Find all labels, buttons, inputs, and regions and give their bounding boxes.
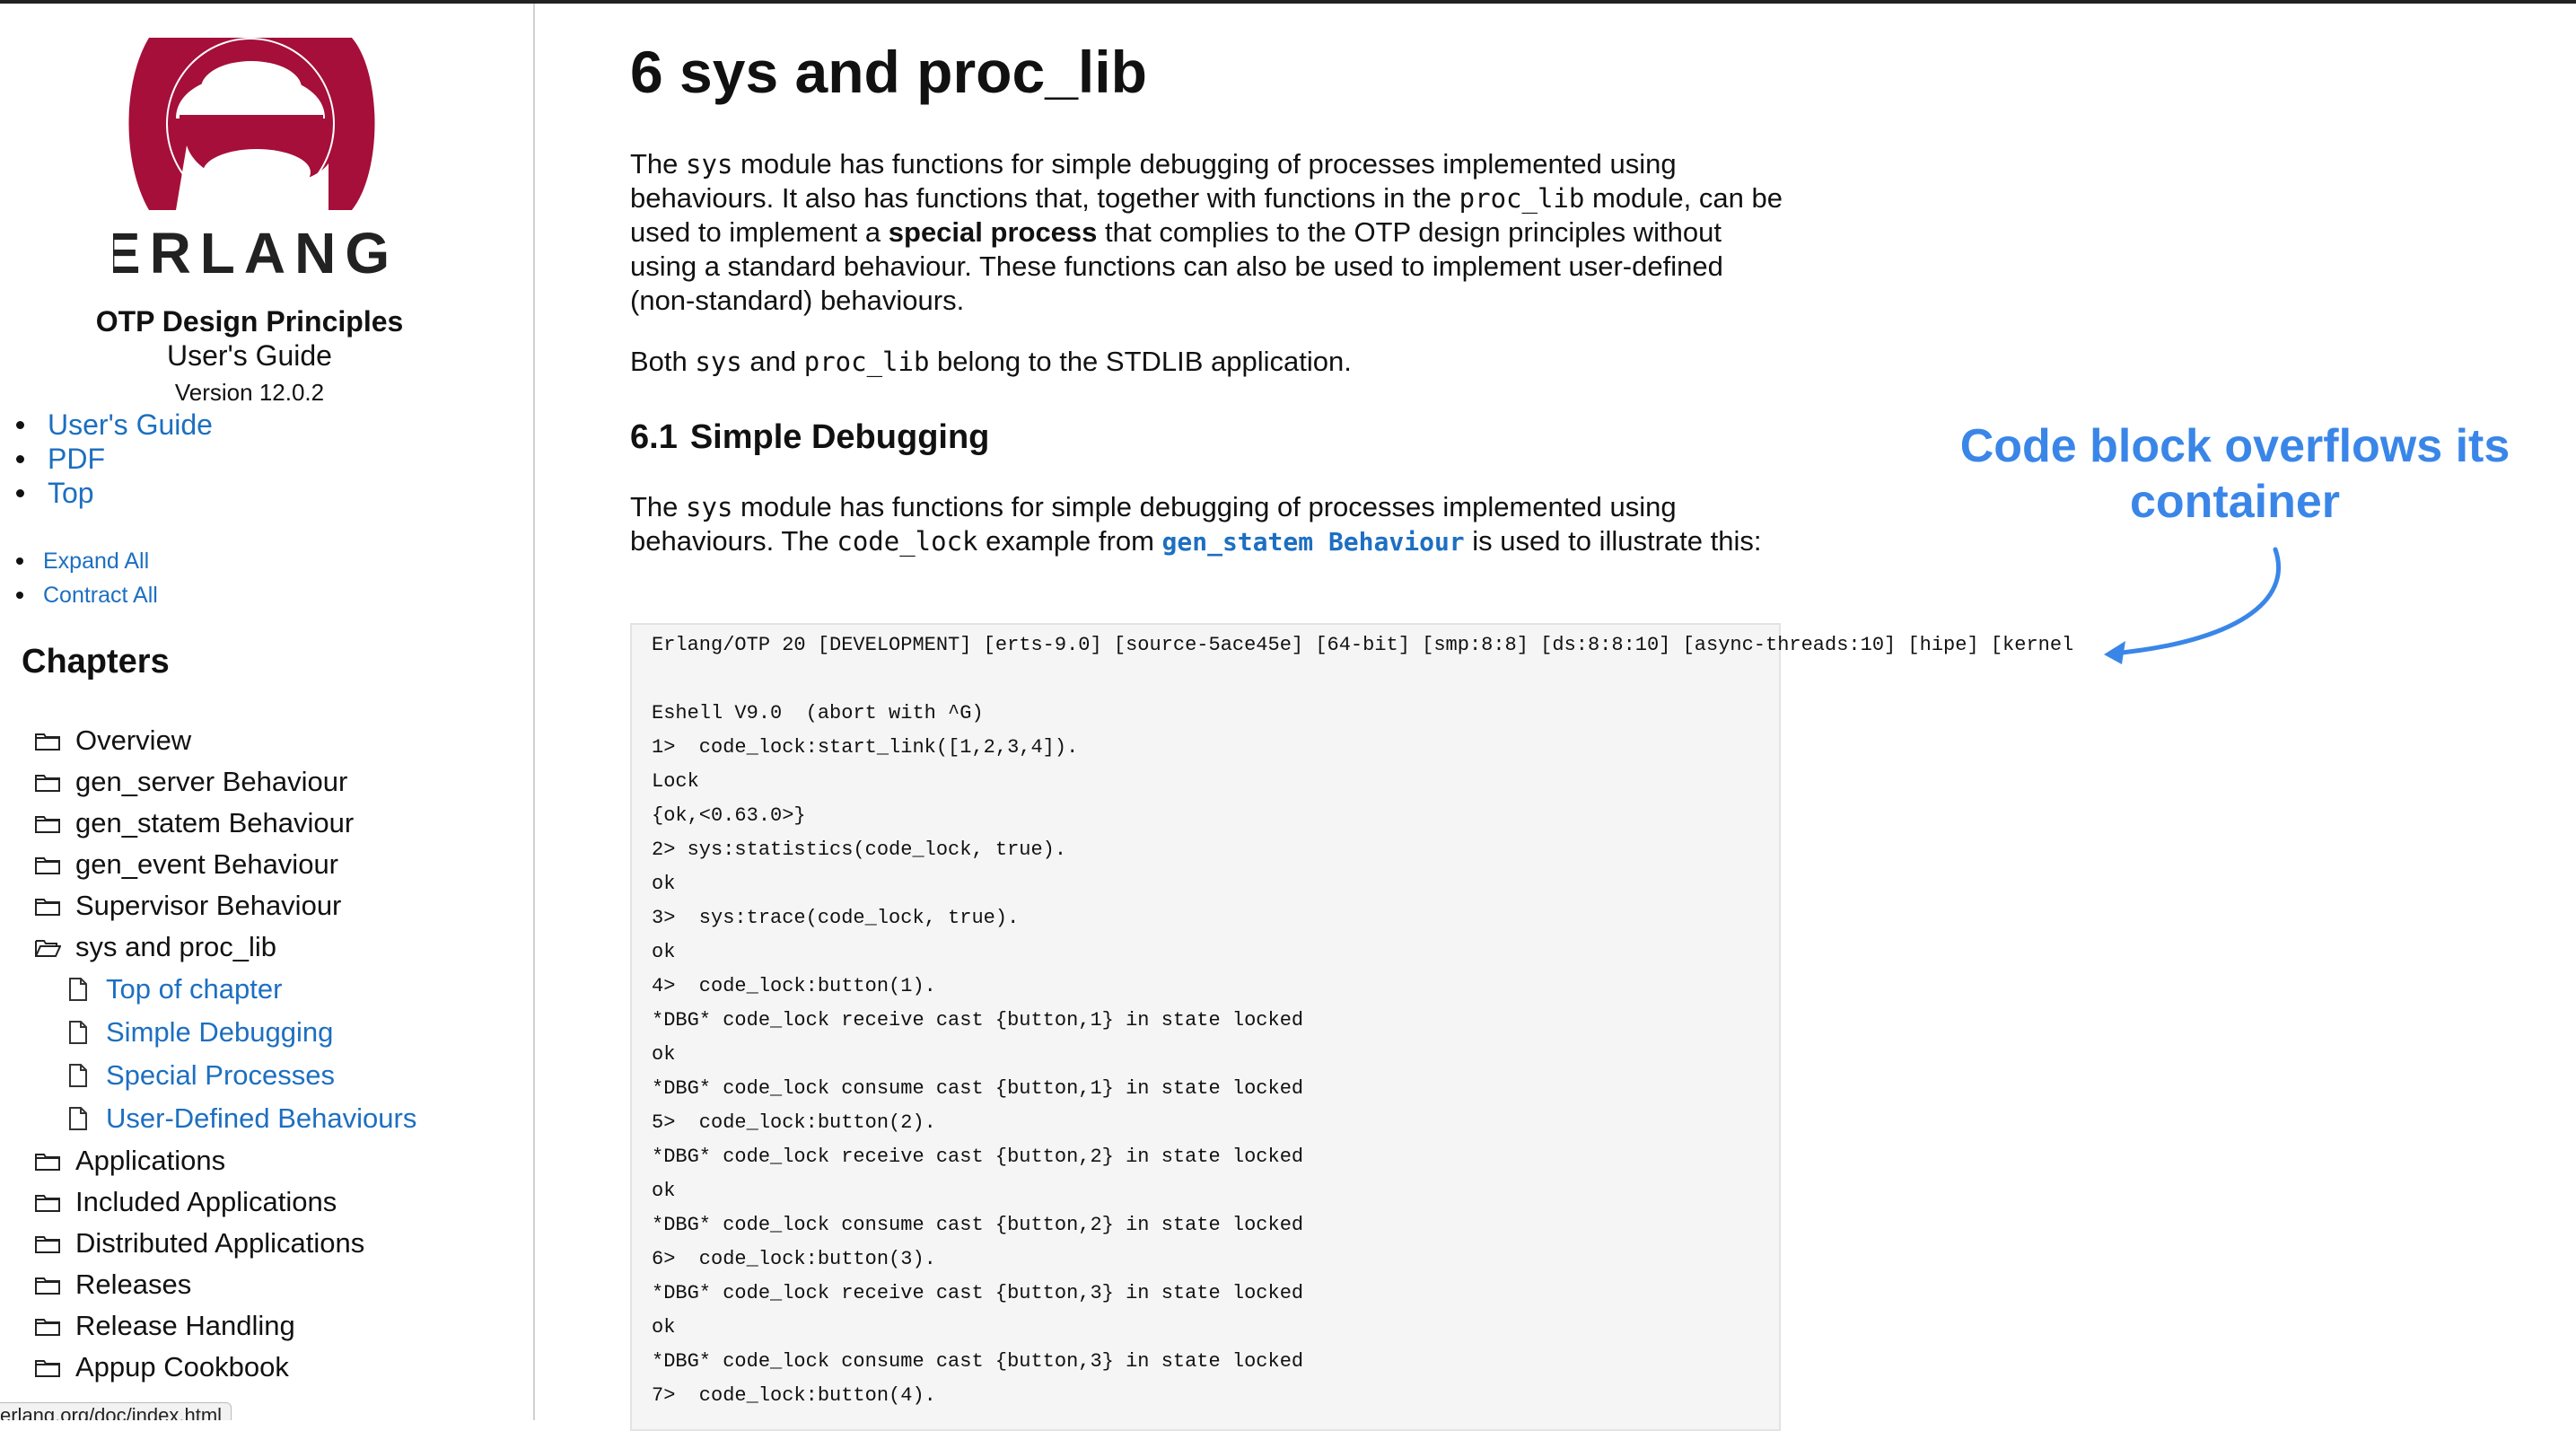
top-links: User's Guide PDF Top (16, 408, 213, 510)
status-bar-url: erlang.org/doc/index.html (0, 1402, 232, 1420)
sub-item-top-of-chapter[interactable]: Top of chapter (34, 968, 416, 1011)
chapter-label: Included Applications (75, 1186, 337, 1217)
guide-version: Version 12.0.2 (174, 379, 325, 406)
chapter-item-releases[interactable]: Releases (34, 1264, 416, 1305)
stdlib-paragraph: Both sys and proc_lib belong to the STDL… (630, 345, 1788, 379)
chapter-label: Supervisor Behaviour (75, 890, 342, 921)
text: example from (977, 525, 1162, 557)
inline-code: sys (695, 347, 742, 377)
chapter-label: Overview (75, 724, 192, 756)
bullet (16, 454, 24, 463)
text: The (630, 148, 687, 180)
chapter-item-gen-statem[interactable]: gen_statem Behaviour (34, 803, 416, 844)
svg-text:ERLANG: ERLANG (113, 221, 388, 280)
chapter-item-sys-proc-lib[interactable]: sys and proc_lib (34, 926, 416, 968)
page-icon (69, 978, 87, 1001)
expand-controls: Expand All Contract All (16, 544, 158, 612)
pdf-link[interactable]: PDF (48, 442, 105, 476)
bullet (16, 420, 24, 429)
chapter-item-appup-cookbook[interactable]: Appup Cookbook (34, 1347, 416, 1388)
chapter-label: Appup Cookbook (75, 1351, 289, 1383)
top-link-pdf: PDF (16, 442, 213, 476)
chapter-item-gen-server[interactable]: gen_server Behaviour (34, 761, 416, 803)
page-icon (69, 1021, 87, 1044)
contract-all-item: Contract All (16, 578, 158, 612)
text: The (630, 491, 687, 522)
top-link[interactable]: Top (48, 476, 94, 510)
sub-item-user-defined-behaviours[interactable]: User-Defined Behaviours (34, 1097, 416, 1140)
section-title: Simple Debugging (689, 418, 990, 456)
inline-code: proc_lib (1459, 183, 1585, 214)
top-link-top: Top (16, 476, 213, 510)
section-number: 6.1 (630, 418, 678, 456)
sub-item-special-processes[interactable]: Special Processes (34, 1054, 416, 1097)
folder-icon (35, 1154, 60, 1171)
bullet (16, 557, 23, 565)
chapter-label: Releases (75, 1269, 192, 1300)
users-guide-link[interactable]: User's Guide (48, 408, 213, 442)
annotation-arrow-icon (2104, 547, 2282, 664)
inline-code: proc_lib (803, 347, 930, 377)
folder-icon (35, 1360, 60, 1377)
folder-icon (35, 775, 60, 792)
folder-open-icon (35, 940, 61, 957)
bullet (16, 488, 24, 497)
sub-item-simple-debugging[interactable]: Simple Debugging (34, 1011, 416, 1054)
chapter-label: Distributed Applications (75, 1227, 365, 1259)
expand-all-item: Expand All (16, 544, 158, 578)
inline-code: sys (686, 492, 733, 522)
chapter-item-applications[interactable]: Applications (34, 1140, 416, 1181)
chapter-item-release-handling[interactable]: Release Handling (34, 1305, 416, 1347)
folder-icon (35, 899, 60, 916)
folder-icon (35, 1195, 60, 1212)
intro-paragraph: The sys module has functions for simple … (630, 147, 1788, 318)
section-heading: 6.1 Simple Debugging (630, 418, 989, 457)
chapter-label: sys and proc_lib (75, 931, 277, 962)
text: is used to illustrate this: (1464, 525, 1762, 557)
chapter-list: Overview gen_server Behaviour gen_statem… (34, 720, 416, 1388)
sub-item-label: Simple Debugging (106, 1016, 334, 1048)
page-icon (69, 1107, 87, 1130)
annotation-label: Code block overflows its container (1959, 420, 2510, 528)
folder-icon (35, 857, 60, 874)
page-title: 6 sys and proc_lib (630, 39, 1147, 105)
top-link-users-guide: User's Guide (16, 408, 213, 442)
chapter-item-distributed-applications[interactable]: Distributed Applications (34, 1223, 416, 1264)
chapter-label: Release Handling (75, 1310, 295, 1341)
folder-icon (35, 1319, 60, 1336)
page-icon (69, 1064, 87, 1087)
folder-icon (35, 816, 60, 833)
chapter-label: gen_event Behaviour (75, 848, 339, 880)
expand-all-link[interactable]: Expand All (43, 544, 149, 578)
guide-subtitle: User's Guide (167, 339, 332, 372)
chapter-item-gen-event[interactable]: gen_event Behaviour (34, 844, 416, 885)
chapter-item-overview[interactable]: Overview (34, 720, 416, 761)
sub-item-label: User-Defined Behaviours (106, 1102, 417, 1134)
chapter-item-included-applications[interactable]: Included Applications (34, 1181, 416, 1223)
bold-text: special process (888, 216, 1098, 248)
folder-icon (35, 1277, 60, 1295)
text: and (741, 346, 804, 377)
bullet (16, 592, 23, 599)
chapter-label: gen_statem Behaviour (75, 807, 355, 838)
chapter-item-supervisor[interactable]: Supervisor Behaviour (34, 885, 416, 926)
text: belong to the STDLIB application. (929, 346, 1352, 377)
sub-item-label: Special Processes (106, 1059, 336, 1091)
chapter-label: gen_server Behaviour (75, 766, 348, 797)
inline-code: sys (686, 149, 733, 180)
sub-item-label: Top of chapter (106, 973, 283, 1005)
chapter-label: Applications (75, 1145, 226, 1176)
guide-title: OTP Design Principles (95, 305, 404, 338)
folder-icon (35, 733, 60, 751)
folder-icon (35, 1236, 60, 1253)
inline-code: code_lock (837, 526, 978, 557)
chapters-heading: Chapters (22, 643, 170, 680)
debugging-paragraph: The sys module has functions for simple … (630, 490, 1788, 559)
erlang-logo[interactable]: ERLANG (113, 38, 388, 280)
sidebar: ERLANG OTP Design Principles User's Guid… (0, 4, 535, 1420)
contract-all-link[interactable]: Contract All (43, 578, 158, 612)
text: Both (630, 346, 696, 377)
gen-statem-behaviour-link[interactable]: gen_statem Behaviour (1162, 527, 1465, 557)
code-block[interactable]: Erlang/OTP 20 [DEVELOPMENT] [erts-9.0] [… (652, 628, 2073, 1413)
